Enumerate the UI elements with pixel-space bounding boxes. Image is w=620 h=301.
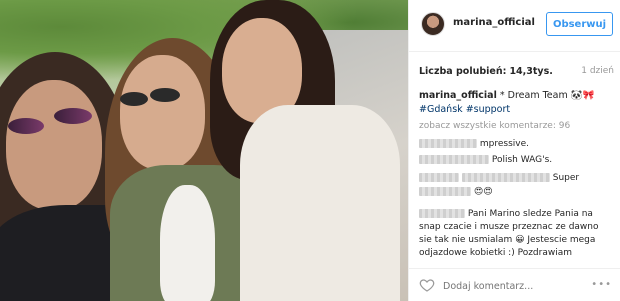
comment-username-blurred[interactable] [419, 187, 471, 196]
comment-text: mpressive. [479, 139, 529, 149]
view-all-comments-link[interactable]: zobacz wszystkie komentarze: 96 [419, 121, 570, 131]
post-photo[interactable] [0, 0, 408, 301]
person-1-face [6, 80, 102, 210]
comment-item: mpressive. [419, 138, 614, 151]
comment-text: Polish WAG's. [491, 155, 553, 165]
likes-row: Liczba polubień: 14,3tys. 1 dzień [419, 66, 614, 80]
comment-username-blurred[interactable] [419, 173, 459, 182]
likes-count[interactable]: 14,3tys. [509, 66, 552, 77]
post-caption: marina_official * Dream Team 🐼🎀 #Gdańsk … [419, 89, 614, 117]
hashtag-link[interactable]: #Gdańsk [419, 104, 463, 115]
post-time[interactable]: 1 dzień [581, 66, 614, 76]
sunglasses-lens [54, 108, 92, 124]
comment-mention-blurred[interactable] [461, 173, 550, 182]
post-header: marina_official Obserwuj [409, 0, 620, 52]
post-footer: ••• [409, 268, 620, 301]
comment-username-blurred[interactable] [419, 139, 477, 148]
comment-username-blurred[interactable] [419, 209, 465, 218]
comment-input[interactable] [443, 278, 613, 294]
person-2-shirt [160, 185, 215, 301]
avatar[interactable] [421, 12, 445, 36]
comment-item: 😍😍 [419, 186, 614, 199]
comment-text: 😍😍 [473, 187, 493, 197]
sunglasses-lens [150, 88, 180, 102]
post-side-panel: marina_official Obserwuj Liczba polubień… [409, 0, 620, 301]
comment-item: Pani Marino sledze Pania na snap czacie … [419, 208, 614, 260]
sunglasses-lens [8, 118, 44, 134]
caption-username[interactable]: marina_official [419, 90, 497, 101]
person-2-face [120, 55, 205, 170]
follow-button[interactable]: Obserwuj [546, 12, 613, 36]
hashtag-link[interactable]: #support [466, 104, 510, 115]
username-link[interactable]: marina_official [453, 17, 535, 28]
person-3-dress [240, 105, 400, 301]
comment-username-blurred[interactable] [419, 155, 489, 164]
caption-emoji: 🐼🎀 [570, 90, 595, 101]
comment-item: Super [419, 172, 614, 185]
likes-label: Liczba polubień: [419, 66, 507, 77]
sunglasses-lens [120, 92, 148, 106]
heart-icon[interactable] [419, 277, 435, 293]
comment-item: Polish WAG's. [419, 154, 614, 167]
more-options-icon[interactable]: ••• [591, 279, 612, 290]
comment-text: Super [552, 173, 580, 183]
caption-text: * Dream Team [499, 90, 568, 101]
